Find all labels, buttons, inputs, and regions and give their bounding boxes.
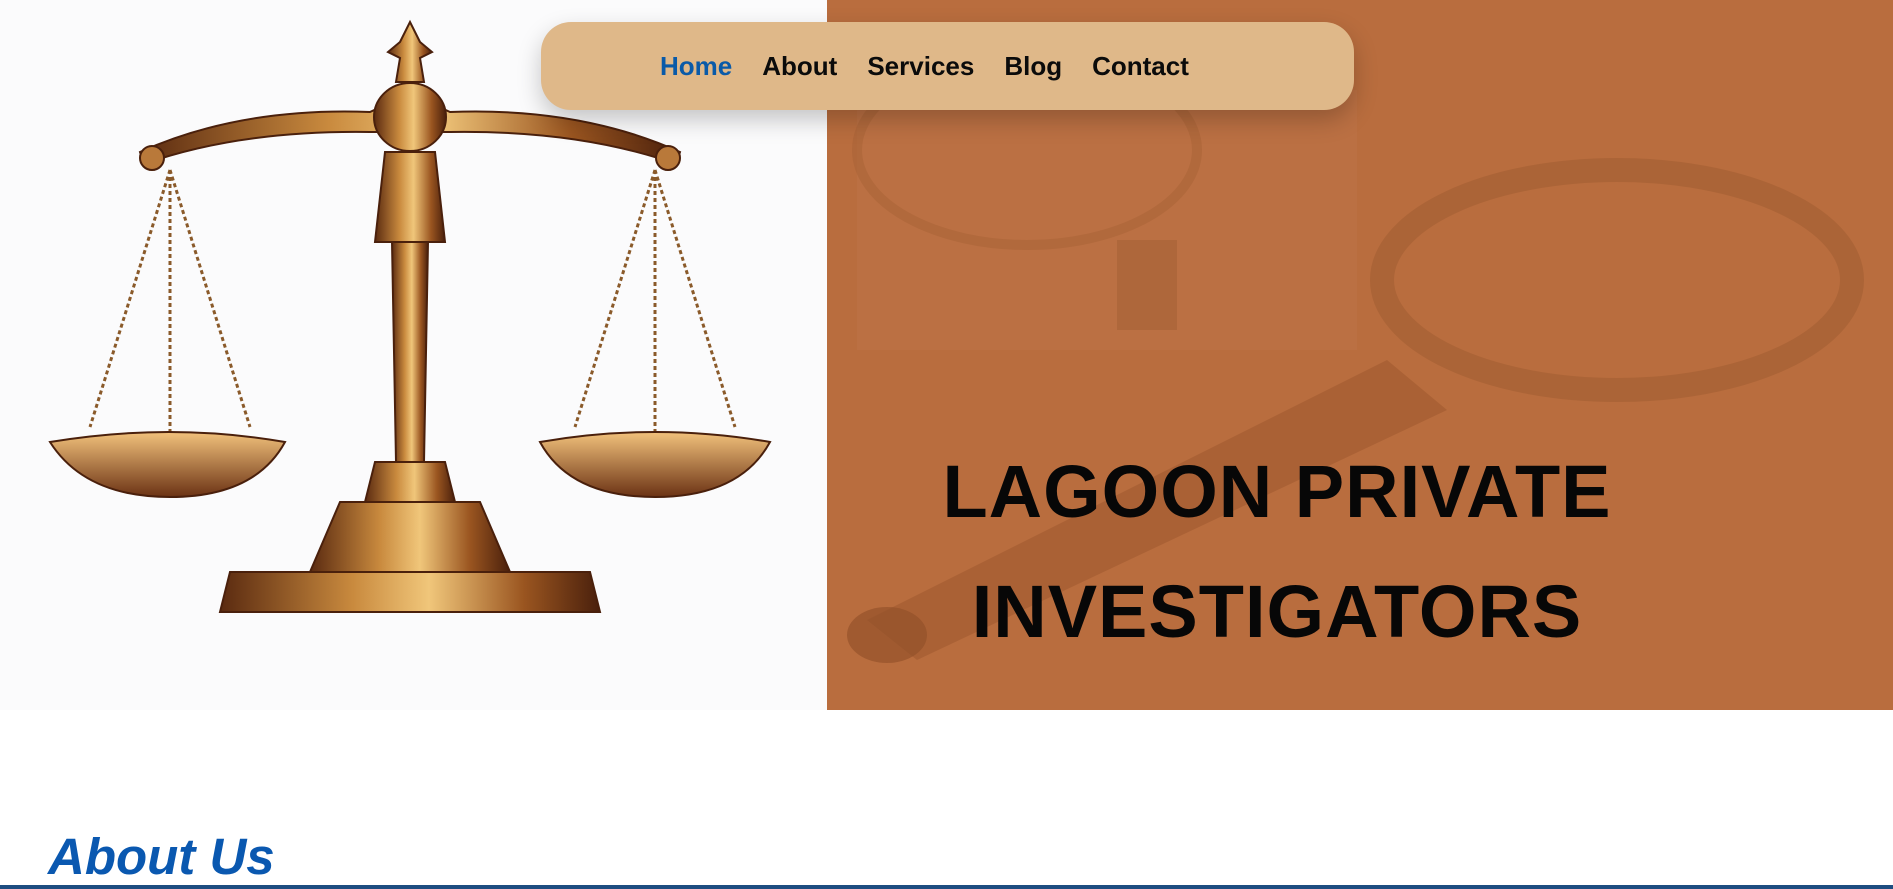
nav-item-services[interactable]: Services (867, 51, 974, 82)
about-us-heading: About Us (48, 828, 275, 885)
nav-item-home[interactable]: Home (660, 51, 732, 82)
main-navigation: Home About Services Blog Contact (541, 22, 1354, 110)
hero-title-line1: LAGOON PRIVATE (942, 450, 1612, 533)
nav-list: Home About Services Blog Contact (660, 22, 1219, 110)
nav-item-contact[interactable]: Contact (1092, 51, 1189, 82)
nav-item-blog[interactable]: Blog (1004, 51, 1062, 82)
section-divider (0, 885, 1893, 889)
hero-title: LAGOON PRIVATE INVESTIGATORS (827, 432, 1727, 672)
nav-item-about[interactable]: About (762, 51, 837, 82)
hero-title-line2: INVESTIGATORS (971, 570, 1583, 653)
